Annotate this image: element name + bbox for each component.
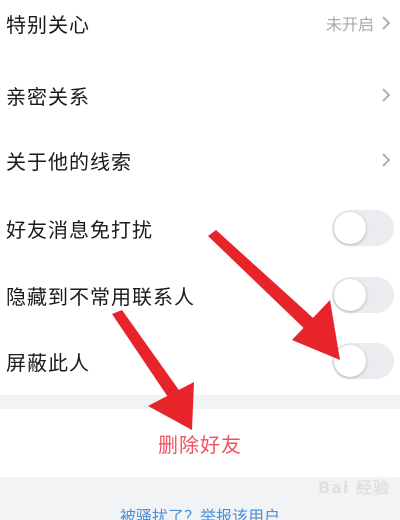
dnd-row: 好友消息免打扰 [0,195,400,261]
chevron-right-icon [382,153,391,167]
clues-label: 关于他的线索 [6,149,132,174]
clues-right [378,150,394,170]
dnd-label: 好友消息免打扰 [6,217,153,242]
clues-row[interactable]: 关于他的线索 [0,127,400,193]
intimacy-row[interactable]: 亲密关系 [0,62,400,128]
section-divider [0,395,400,409]
block-row: 屏蔽此人 [0,328,400,394]
special-care-row[interactable]: 特别关心 未开启 [0,0,400,56]
dnd-toggle-knob [334,212,366,244]
chevron-right-icon [382,16,391,30]
special-care-right: 未开启 [326,11,394,35]
block-label: 屏蔽此人 [6,350,90,375]
delete-friend-button[interactable]: 删除好友 [0,409,400,477]
delete-friend-label: 删除好友 [158,432,242,457]
chevron-right-icon [382,88,391,102]
special-care-value: 未开启 [325,15,374,34]
block-right [332,343,394,379]
hide-label: 隐藏到不常用联系人 [6,284,195,309]
friend-settings-page: 特别关心 未开启 亲密关系 关于他的线索 好友消息免打扰 隐藏到不常用联系人 屏… [0,0,400,520]
hide-toggle[interactable] [332,277,394,313]
hide-row: 隐藏到不常用联系人 [0,262,400,328]
intimacy-label: 亲密关系 [6,84,90,109]
dnd-right [332,210,394,246]
dnd-toggle[interactable] [332,210,394,246]
block-toggle-knob [334,345,366,377]
special-care-label: 特别关心 [6,12,90,37]
block-toggle[interactable] [332,343,394,379]
hide-right [332,277,394,313]
report-user-link[interactable]: 被骚扰了？举报该用户 [0,503,400,520]
hide-toggle-knob [334,279,366,311]
watermark-logo: Bai 经验 [317,478,390,497]
intimacy-right [378,85,394,105]
